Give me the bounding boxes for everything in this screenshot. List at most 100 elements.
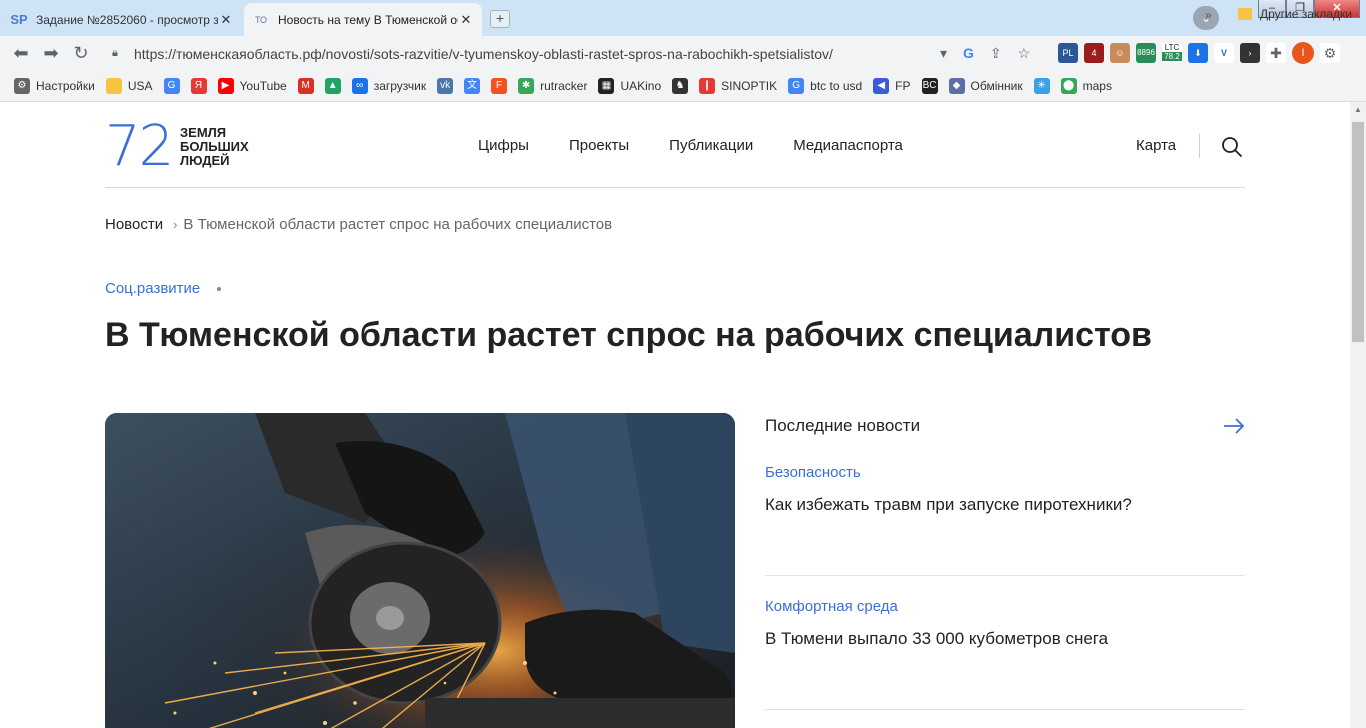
back-arrow-icon[interactable]: ⬅: [10, 43, 32, 63]
fp-icon: ◀: [873, 77, 890, 94]
address-bar[interactable]: 🔒︎ https://тюменскаяобласть.рф/novosti/s…: [100, 40, 1050, 67]
snowflake-icon: ✳: [1033, 77, 1050, 94]
bookmark-item[interactable]: ⬤ maps: [1060, 77, 1112, 94]
bookmark-item[interactable]: 文: [464, 77, 481, 94]
main-nav: Цифры Проекты Публикации Медиапаспорта: [478, 137, 903, 154]
bookmark-item[interactable]: USA: [105, 77, 153, 94]
bookmark-label: FP: [895, 78, 911, 93]
nav-item-projects[interactable]: Проекты: [569, 137, 629, 154]
page-scrollbar[interactable]: ▲: [1350, 102, 1366, 728]
news-category[interactable]: Комфортная среда: [765, 598, 1245, 615]
bookmark-item[interactable]: ∞ загрузчик: [351, 77, 427, 94]
nav-item-publications[interactable]: Публикации: [669, 137, 753, 154]
bookmark-item[interactable]: F: [491, 77, 508, 94]
bookmark-item[interactable]: Gbtc to usd: [788, 77, 863, 94]
count-badge: 4: [1091, 48, 1097, 58]
news-title[interactable]: Как избежать травм при запуске пиротехни…: [765, 495, 1245, 515]
logo-line: ЛЮДЕЙ: [180, 153, 230, 168]
forward-arrow-icon[interactable]: ➡: [40, 43, 62, 63]
new-tab-button[interactable]: +: [490, 10, 510, 28]
ltc-extension-icon[interactable]: LTC 78.2: [1162, 43, 1182, 63]
latest-news-header[interactable]: Последние новости: [765, 414, 1245, 438]
download-extension-icon[interactable]: ⬇: [1188, 43, 1208, 63]
terminal-extension-icon[interactable]: ›: [1240, 43, 1260, 63]
breadcrumb-root-link[interactable]: Новости: [105, 216, 163, 233]
nav-item-mediapassports[interactable]: Медиапаспорта: [793, 137, 903, 154]
web-page: 72 ЗЕМЛЯ БОЛЬШИХ ЛЮДЕЙ Цифры Проекты Пуб…: [0, 102, 1350, 728]
bookmark-item[interactable]: G: [163, 77, 180, 94]
bookmark-label: btc to usd: [810, 78, 863, 93]
rutracker-icon: ✱: [518, 77, 535, 94]
bookmark-item[interactable]: ✱ rutracker: [518, 77, 587, 94]
logo-line: БОЛЬШИХ: [180, 139, 249, 154]
other-bookmarks-folder[interactable]: Другие закладки: [1238, 7, 1352, 21]
bookmark-label: YouTube: [239, 78, 287, 93]
bookmark-item[interactable]: M: [297, 77, 314, 94]
gmail-icon: M: [297, 77, 314, 94]
url-text[interactable]: https://тюменскаяобласть.рф/novosti/sots…: [134, 46, 833, 62]
share-icon[interactable]: ⇪: [990, 45, 1002, 62]
google-translate-icon[interactable]: G: [963, 45, 974, 62]
news-title[interactable]: В Тюмени выпало 33 000 кубометров снега: [765, 629, 1245, 649]
tab-title: Новость на тему В Тюменской об: [278, 12, 458, 27]
bookmark-item[interactable]: vk: [437, 77, 454, 94]
logo-text: ЗЕМЛЯ БОЛЬШИХ ЛЮДЕЙ: [180, 126, 249, 168]
scrollbar-thumb[interactable]: [1352, 122, 1364, 342]
google-icon: G: [163, 77, 180, 94]
bitcoin-extension-icon[interactable]: 8896: [1136, 43, 1156, 63]
vk-icon: vk: [437, 77, 454, 94]
bookmark-item[interactable]: ♞: [672, 77, 689, 94]
maps-icon: ⬤: [1060, 77, 1077, 94]
infinity-icon: ∞: [351, 77, 368, 94]
bookmark-item[interactable]: ◀ FP: [873, 77, 911, 94]
news-category[interactable]: Безопасность: [765, 464, 1245, 481]
bookmark-item[interactable]: ✳: [1033, 77, 1050, 94]
puzzle-extensions-icon[interactable]: ✚: [1266, 43, 1286, 63]
bookmark-item[interactable]: ▲: [324, 77, 341, 94]
tab-close-icon[interactable]: ✕: [218, 12, 234, 28]
tab-close-icon[interactable]: ✕: [458, 12, 474, 28]
folder-icon: [105, 77, 122, 94]
tab-news[interactable]: ТО Новость на тему В Тюменской об ✕: [244, 3, 482, 36]
bookmark-item[interactable]: ⚙ Настройки: [14, 77, 95, 94]
tab-task[interactable]: SP Задание №2852060 - просмотр з ✕: [2, 3, 242, 36]
other-bookmarks-label: Другие закладки: [1260, 7, 1352, 21]
ublock-extension-icon[interactable]: 4: [1084, 43, 1104, 63]
logo-number: 72: [105, 114, 174, 179]
v-extension-icon[interactable]: V: [1214, 43, 1234, 63]
browser-tab-bar: SP Задание №2852060 - просмотр з ✕ ТО Но…: [0, 0, 1366, 36]
settings-gear-icon[interactable]: ⚙: [1320, 43, 1340, 63]
bookmark-item[interactable]: BC: [921, 77, 938, 94]
extensions-area: PL 4 ☺ 8896 LTC 78.2 ⬇ V › ✚ I ⚙: [1058, 42, 1340, 64]
bookmark-item[interactable]: ▶ YouTube: [217, 77, 287, 94]
omnibox-actions: ▾ G ⇪ ☆: [940, 45, 1030, 62]
category-link[interactable]: Соц.развитие: [105, 280, 200, 297]
bookmark-label: загрузчик: [373, 78, 427, 93]
bookmark-item[interactable]: ▦ UAKino: [598, 77, 661, 94]
scroll-up-icon[interactable]: ▲: [1350, 102, 1366, 118]
bookmarks-overflow-button[interactable]: »: [1205, 8, 1212, 22]
bookmark-label: USA: [127, 78, 153, 93]
bookmark-item[interactable]: ◆ Обмінник: [948, 77, 1023, 94]
bookmark-label: Обмінник: [970, 78, 1023, 93]
profile-avatar[interactable]: I: [1292, 42, 1314, 64]
article-category: Соц.развитие: [105, 280, 222, 297]
vpn-extension-icon[interactable]: PL: [1058, 43, 1078, 63]
arrow-right-icon[interactable]: [1223, 418, 1245, 434]
site-header: 72 ЗЕМЛЯ БОЛЬШИХ ЛЮДЕЙ Цифры Проекты Пуб…: [105, 102, 1245, 188]
gear-icon: ⚙: [14, 77, 30, 94]
face-extension-icon[interactable]: ☺: [1110, 43, 1130, 63]
page-title: В Тюменской области растет спрос на рабо…: [105, 316, 1152, 354]
bookmark-item[interactable]: Я: [190, 77, 207, 94]
nav-item-numbers[interactable]: Цифры: [478, 137, 529, 154]
bookmark-star-icon[interactable]: ☆: [1018, 45, 1031, 62]
chess-icon: ♞: [672, 77, 689, 94]
search-icon[interactable]: [1221, 136, 1243, 158]
dropdown-icon[interactable]: ▾: [940, 45, 947, 62]
bookmark-item[interactable]: ❙ SINOPTIK: [699, 77, 777, 94]
reload-icon[interactable]: ↻: [70, 43, 92, 63]
map-link[interactable]: Карта: [1136, 137, 1176, 154]
yandex-icon: Я: [190, 77, 207, 94]
news-item[interactable]: Безопасность Как избежать травм при запу…: [765, 464, 1245, 576]
news-item[interactable]: Комфортная среда В Тюмени выпало 33 000 …: [765, 598, 1245, 710]
